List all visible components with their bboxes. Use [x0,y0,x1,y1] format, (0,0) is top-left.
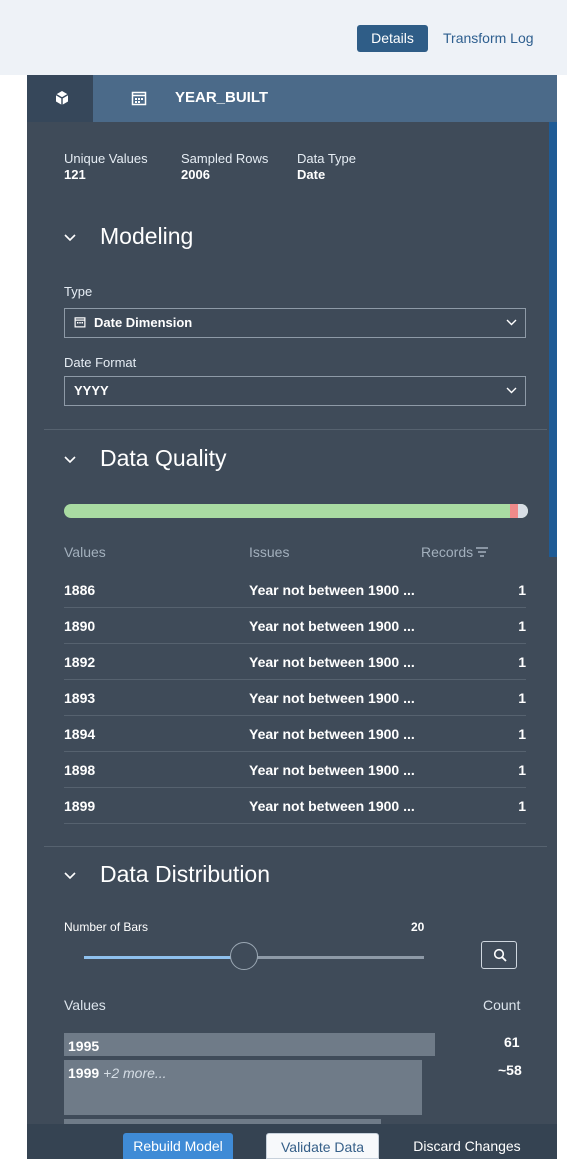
row-records: 1 [518,690,526,706]
distribution-bar-label-group: 1999 +2 more... [68,1065,167,1081]
quality-section-toggle[interactable]: Data Quality [64,445,364,475]
row-value: 1893 [64,690,96,706]
records-label: Records [421,544,474,560]
slider-fill [84,956,244,959]
dist-count-header: Count [483,997,521,1013]
rebuild-model-button[interactable]: Rebuild Model [123,1133,233,1159]
row-issue: Year not between 1900 ... [249,726,415,742]
table-row[interactable]: 1899 Year not between 1900 ... 1 [64,788,526,824]
tab-details[interactable]: Details [357,25,428,52]
row-records: 1 [518,798,526,814]
table-row[interactable]: 1890 Year not between 1900 ... 1 [64,608,526,644]
date-format-label: Date Format [64,355,137,370]
calendar-icon [74,317,86,328]
quality-title: Data Quality [100,445,227,471]
modeling-section-toggle[interactable]: Modeling [64,223,364,253]
chevron-down-icon [64,872,76,880]
table-row[interactable]: 1886 Year not between 1900 ... 1 [64,572,526,608]
stat-label: Sampled Rows [181,151,269,166]
slider-thumb[interactable] [229,942,258,970]
distribution-bar[interactable]: 1995 [64,1033,435,1056]
records-column-header[interactable]: Records [421,544,489,560]
cube-tab[interactable] [27,75,93,122]
quality-bar-empty [518,504,528,518]
validate-data-button[interactable]: Validate Data [266,1133,379,1159]
column-title: YEAR_BUILT [175,89,269,106]
row-issue: Year not between 1900 ... [249,582,415,598]
stat-value: Date [297,167,326,182]
distribution-bar-label: 1999 [68,1065,100,1081]
stat-value: 2006 [181,167,210,182]
stat-sampled-rows: Sampled Rows 2006 [181,151,268,183]
row-issue: Year not between 1900 ... [249,618,415,634]
distribution-bar-label: 1995 [68,1038,100,1054]
search-button[interactable] [481,941,517,969]
sort-icon [476,547,489,557]
date-format-select[interactable]: YYYY [64,376,526,406]
tab-transform-log[interactable]: Transform Log [443,25,534,52]
chevron-down-icon [506,387,517,394]
type-label: Type [64,284,93,299]
type-select-value: Date Dimension [94,315,193,330]
row-issue: Year not between 1900 ... [249,690,415,706]
modeling-title: Modeling [100,223,194,249]
search-icon [493,948,507,962]
section-divider [44,846,547,847]
discard-changes-button[interactable]: Discard Changes [399,1133,535,1159]
distribution-title: Data Distribution [100,861,271,887]
dist-values-header: Values [64,997,106,1013]
bars-label: Number of Bars [64,920,149,934]
row-value: 1899 [64,798,96,814]
table-row[interactable]: 1898 Year not between 1900 ... 1 [64,752,526,788]
quality-bar-invalid [510,504,518,518]
footer-toolbar: Rebuild Model Validate Data Discard Chan… [27,1124,557,1159]
issues-column-header: Issues [249,544,290,560]
row-value: 1890 [64,618,96,634]
distribution-count: 61 [504,1034,520,1050]
chevron-down-icon [506,319,517,326]
row-issue: Year not between 1900 ... [249,762,415,778]
type-select[interactable]: Date Dimension [64,308,526,338]
date-format-value: YYYY [74,383,109,398]
stat-value: 121 [64,167,86,182]
stat-data-type: Data Type Date [297,151,356,183]
panel-header: YEAR_BUILT [27,75,557,122]
row-issue: Year not between 1900 ... [249,798,415,814]
details-panel: YEAR_BUILT Unique Values 121 Sampled Row… [27,75,557,1159]
chevron-down-icon [64,234,76,242]
top-toolbar: Details Transform Log [0,0,567,75]
row-records: 1 [518,618,526,634]
row-value: 1892 [64,654,96,670]
quality-bar [64,504,528,518]
distribution-section-toggle[interactable]: Data Distribution [64,861,364,891]
calendar-icon [131,91,147,106]
table-row[interactable]: 1894 Year not between 1900 ... 1 [64,716,526,752]
table-row[interactable]: 1893 Year not between 1900 ... 1 [64,680,526,716]
row-records: 1 [518,654,526,670]
row-records: 1 [518,762,526,778]
stat-unique-values: Unique Values 121 [64,151,148,183]
row-records: 1 [518,582,526,598]
row-records: 1 [518,726,526,742]
chevron-down-icon [64,456,76,464]
left-gutter [0,75,27,1159]
table-row[interactable]: 1892 Year not between 1900 ... 1 [64,644,526,680]
row-value: 1894 [64,726,96,742]
row-value: 1886 [64,582,96,598]
stat-label: Unique Values [64,151,148,166]
row-issue: Year not between 1900 ... [249,654,415,670]
distribution-bar[interactable]: 1999 +2 more... [64,1060,422,1115]
row-value: 1898 [64,762,96,778]
bars-value: 20 [411,920,425,934]
more-link[interactable]: +2 more... [103,1065,166,1081]
values-column-header: Values [64,544,106,560]
scroll-indicator [549,122,557,557]
cube-icon [55,91,69,105]
section-divider [44,429,547,430]
distribution-count: ~58 [498,1062,522,1078]
stat-label: Data Type [297,151,357,166]
